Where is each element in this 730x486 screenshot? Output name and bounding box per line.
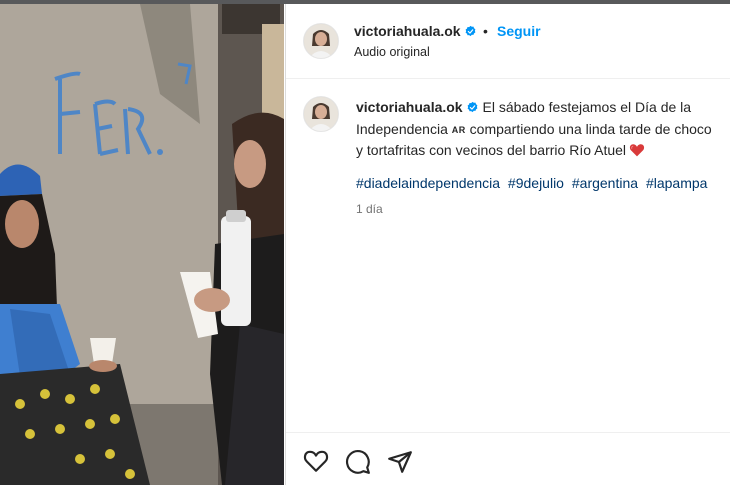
post-photo[interactable]: [0, 4, 284, 485]
post-header: victoriahuala.ok • Seguir Audio original: [286, 4, 730, 79]
post-caption: victoriahuala.ok El sábado festejamos el…: [356, 97, 730, 162]
author-username[interactable]: victoriahuala.ok: [354, 23, 461, 39]
caption-line-3: y tortafritas con vecinos del barrio Río…: [356, 140, 730, 162]
audio-link[interactable]: Audio original: [354, 45, 430, 59]
comment-bubble-icon: [345, 449, 371, 475]
author-avatar[interactable]: [303, 23, 339, 59]
caption-line-2: Independencia AR compartiendo una linda …: [356, 119, 730, 140]
heart-outline-icon: [303, 449, 329, 473]
author-username-link[interactable]: victoriahuala.ok: [354, 23, 477, 41]
caption-text-3: y tortafritas con vecinos del barrio Río…: [356, 142, 627, 158]
separator-dot: •: [483, 23, 488, 39]
argentina-flag-text: AR: [451, 125, 466, 135]
post-details-panel: victoriahuala.ok • Seguir Audio original…: [285, 4, 730, 485]
hashtag-list: #diadelaindependencia #9dejulio #argenti…: [356, 175, 711, 191]
caption-line-1: victoriahuala.ok El sábado festejamos el…: [356, 97, 730, 119]
hashtag-link[interactable]: #argentina: [572, 175, 638, 191]
share-button[interactable]: [387, 449, 413, 475]
post-timestamp[interactable]: 1 día: [356, 202, 383, 216]
caption-text-2b: compartiendo una linda tarde de choco: [469, 121, 712, 137]
like-button[interactable]: [303, 449, 329, 475]
comment-button[interactable]: [345, 449, 371, 475]
post-action-bar: [286, 432, 730, 486]
follow-button[interactable]: Seguir: [497, 23, 541, 39]
caption-username[interactable]: victoriahuala.ok: [356, 99, 463, 115]
red-heart-icon: [629, 142, 645, 162]
caption-text-1: El sábado festejamos el Día de la: [482, 99, 692, 115]
hashtag-link[interactable]: #diadelaindependencia: [356, 175, 500, 191]
caption-text-2a: Independencia: [356, 121, 448, 137]
verified-badge-icon: [464, 25, 477, 41]
hashtag-link[interactable]: #lapampa: [646, 175, 708, 191]
paper-plane-icon: [387, 449, 413, 475]
hashtag-link[interactable]: #9dejulio: [508, 175, 564, 191]
caption-author-avatar[interactable]: [303, 96, 339, 132]
verified-badge-icon: [466, 99, 479, 119]
